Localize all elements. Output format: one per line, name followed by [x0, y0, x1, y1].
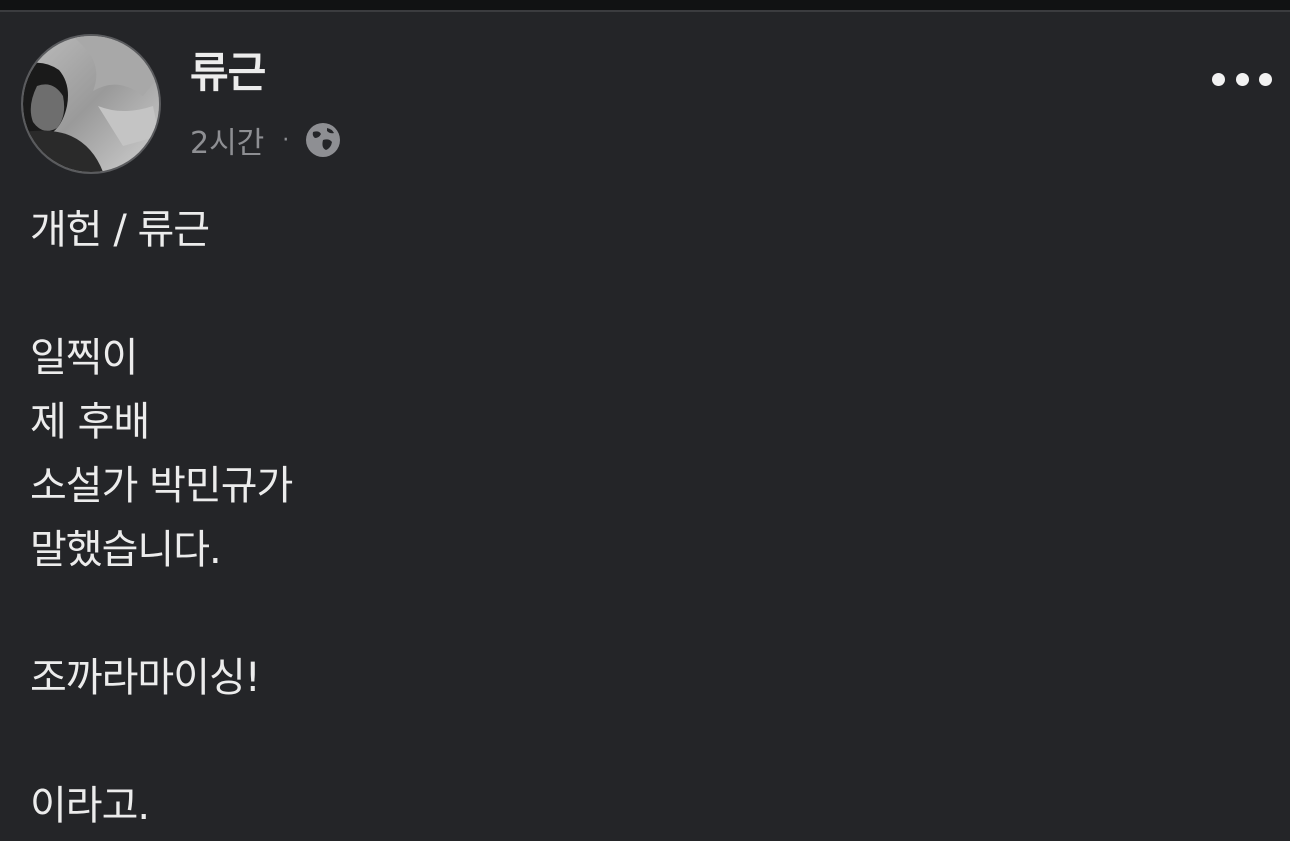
timestamp[interactable]: 2시간 [190, 118, 264, 162]
post-text-line: 제 후배 [30, 399, 150, 445]
author-name[interactable]: 류근 [190, 52, 266, 94]
globe-icon[interactable] [305, 122, 341, 158]
post-text-line: 이라고. [30, 783, 150, 829]
post-text-line: 소설가 박민규가 [30, 463, 293, 509]
top-divider [0, 0, 1290, 12]
more-dot-icon [1259, 72, 1272, 86]
post-text-line: 일찍이 [30, 335, 138, 381]
more-dot-icon [1212, 72, 1225, 86]
post-body: 개헌 / 류근 일찍이 제 후배 소설가 박민규가 말했습니다. 조까라마이싱!… [30, 198, 1260, 838]
post-text-line: 개헌 / 류근 [30, 207, 210, 253]
more-options-button[interactable] [1206, 62, 1278, 96]
meta-separator: · [282, 127, 290, 153]
post-text-line: 말했습니다. [30, 527, 222, 573]
post-text-line: 조까라마이싱! [30, 655, 261, 701]
avatar[interactable] [21, 34, 161, 174]
more-dot-icon [1235, 72, 1249, 86]
post-meta: 2시간 · [190, 118, 341, 162]
post-card: 류근 2시간 · 개헌 / 류근 일찍이 제 후배 소설가 박민규가 말했습니다… [0, 12, 1290, 841]
